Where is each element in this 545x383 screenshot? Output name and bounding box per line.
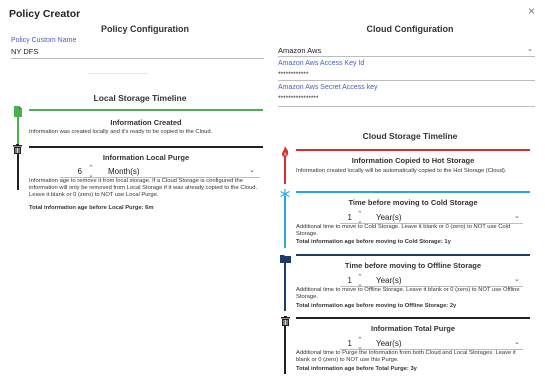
created-title: Information Created <box>110 118 182 127</box>
secret-key-input[interactable] <box>278 93 528 103</box>
purge-value[interactable]: 1 <box>340 339 352 348</box>
purge-text: Additional time to Purge the Information… <box>296 350 516 363</box>
chevron-down-icon[interactable]: ⌄ <box>527 45 533 53</box>
provider-underline <box>278 56 535 57</box>
close-icon[interactable]: × <box>528 5 535 17</box>
local-timeline-title: Local Storage Timeline <box>93 93 187 103</box>
offline-text: Additional time to move to Offline Stora… <box>296 287 520 300</box>
offline-value[interactable]: 1 <box>340 276 352 285</box>
key-id-underline <box>278 80 535 81</box>
fire-icon <box>281 144 289 162</box>
secret-key-label: Amazon Aws Secret Access key <box>278 84 378 91</box>
cloud-timeline-title: Cloud Storage Timeline <box>362 131 458 141</box>
key-id-label: Amazon Aws Access Key Id <box>278 60 365 67</box>
offline-total: Total information age before moving to O… <box>296 303 457 309</box>
cold-value[interactable]: 1 <box>340 213 352 222</box>
cloud-configuration-heading: Cloud Configuration <box>366 24 454 34</box>
hot-text: Information created locally will be auto… <box>296 168 507 174</box>
offline-unit-select[interactable]: Year(s) <box>376 276 402 285</box>
local-purge-unit-select[interactable]: Month(s) <box>108 167 140 176</box>
cold-text: Additional time to move to Cold Storage.… <box>296 224 511 237</box>
hot-divider <box>296 149 530 151</box>
local-purge-total: Total information age before Local Purge… <box>29 205 154 211</box>
policy-name-input[interactable] <box>11 46 261 56</box>
cold-divider <box>296 191 530 193</box>
purge-divider <box>296 317 530 319</box>
policy-name-label: Policy Custom Name <box>11 37 77 44</box>
folder-icon <box>280 250 291 268</box>
chevron-down-icon[interactable]: ⌄ <box>514 212 520 220</box>
local-purge-value[interactable]: 6 <box>60 167 82 176</box>
cold-unit-select[interactable]: Year(s) <box>376 213 402 222</box>
key-id-input[interactable] <box>278 69 528 79</box>
policy-name-underline <box>11 58 264 59</box>
local-purge-title: Information Local Purge <box>102 153 190 162</box>
snowflake-icon <box>280 186 290 204</box>
trash-icon <box>281 313 290 331</box>
secret-key-underline <box>278 106 535 107</box>
chevron-down-icon[interactable]: ⌄ <box>514 338 520 346</box>
created-text: Information was created locally and it's… <box>29 129 213 135</box>
chevron-down-icon[interactable]: ⌄ <box>249 166 255 174</box>
cloud-provider-select[interactable]: Amazon Aws <box>278 46 321 55</box>
chevron-down-icon[interactable]: ⌄ <box>514 275 520 283</box>
local-purge-text: Information age to remove it from local … <box>29 178 258 198</box>
trash-icon <box>13 141 22 159</box>
file-icon <box>13 104 23 122</box>
created-divider <box>29 109 263 111</box>
cold-title: Time before moving to Cold Storage <box>348 198 478 207</box>
divider <box>88 73 148 74</box>
hot-title: Information Copied to Hot Storage <box>351 156 475 165</box>
local-purge-divider <box>29 146 263 148</box>
purge-total: Total information age before Total Purge… <box>296 366 417 372</box>
cold-total: Total information age before moving to C… <box>296 239 451 245</box>
purge-unit-select[interactable]: Year(s) <box>376 339 402 348</box>
policy-configuration-heading: Policy Configuration <box>100 24 189 34</box>
dialog-title: Policy Creator <box>9 8 81 20</box>
purge-title: Information Total Purge <box>370 324 456 333</box>
offline-title: Time before moving to Offline Storage <box>344 261 482 270</box>
offline-divider <box>296 254 530 256</box>
